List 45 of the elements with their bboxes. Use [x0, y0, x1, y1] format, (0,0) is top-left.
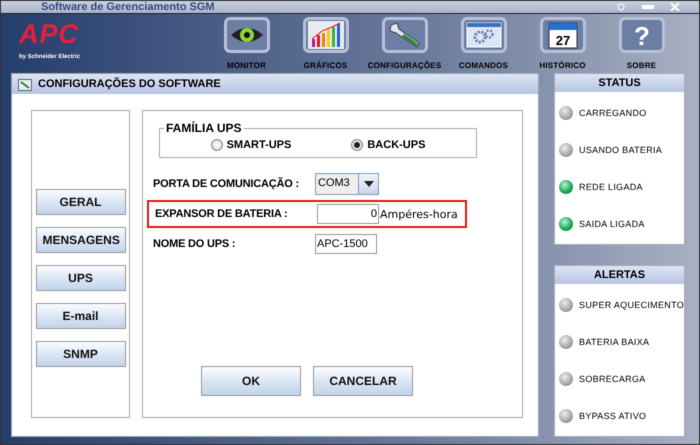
panel-header: ALERTAS: [555, 266, 684, 284]
indicator-label: SUPER AQUECIMENTO: [579, 300, 684, 310]
nav-button[interactable]: UPS: [36, 265, 126, 291]
indicator-label: BATERIA BAIXA: [579, 336, 650, 346]
indicator-label: USANDO BATERIA: [579, 144, 662, 154]
cancel-button[interactable]: CANCELAR: [313, 366, 413, 396]
calendar-icon: 27: [540, 17, 586, 53]
indicator-label: SAIDA LIGADA: [579, 218, 645, 228]
window-title: Software de Gerenciamento SGM: [41, 1, 215, 13]
eye-icon: [224, 17, 270, 53]
help-icon: ?: [618, 17, 664, 53]
unit-label: Ampéres-hora: [380, 208, 458, 220]
bar-chart-icon: [302, 17, 348, 53]
nav-button[interactable]: MENSAGENS: [36, 227, 126, 253]
field-label: EXPANSOR DE BATERIA :: [155, 208, 288, 220]
indicator-label: BYPASS ATIVO: [579, 410, 646, 420]
field-label: PORTA DE COMUNICAÇÃO :: [153, 178, 300, 190]
radio-button[interactable]: [351, 139, 364, 151]
battery-input[interactable]: 0: [317, 204, 379, 224]
close-icon[interactable]: [669, 3, 681, 11]
gears-icon: [460, 17, 506, 53]
indicator-label: REDE LIGADA: [579, 182, 643, 192]
nav-button[interactable]: SNMP: [36, 341, 126, 367]
nav-button[interactable]: E-mail: [36, 303, 126, 329]
maximize-icon[interactable]: [641, 3, 655, 11]
brand-logo: APC: [19, 20, 80, 48]
nav-button[interactable]: GERAL: [36, 189, 126, 215]
ups-name-input[interactable]: APC-1500: [315, 234, 377, 254]
ok-button[interactable]: OK: [201, 366, 301, 396]
radio-option[interactable]: BACK-UPS: [351, 139, 426, 151]
toolbar-button[interactable]: 27 HISTÓRICO: [523, 14, 602, 71]
group-legend: FAMÍLIA UPS: [164, 121, 244, 135]
field-label: NOME DO UPS :: [153, 238, 236, 250]
minimize-icon[interactable]: [615, 3, 627, 11]
toolbar-button[interactable]: COMANDOS: [444, 14, 523, 71]
indicator-label: SOBRECARGA: [579, 374, 646, 384]
panel-title: CONFIGURAÇÕES DO SOFTWARE: [38, 78, 221, 90]
toolbar-button[interactable]: CONFIGURAÇÕES: [365, 14, 444, 71]
panel-header: STATUS: [555, 74, 684, 92]
indicator-label: CARREGANDO: [579, 108, 647, 118]
port-dropdown[interactable]: COM3: [315, 173, 379, 195]
toolbar-button[interactable]: GRÁFICOS: [286, 14, 365, 71]
radio-option[interactable]: SMART-UPS: [210, 139, 292, 151]
toolbar-button[interactable]: ? SOBRE: [602, 14, 681, 71]
radio-button[interactable]: [210, 139, 223, 151]
